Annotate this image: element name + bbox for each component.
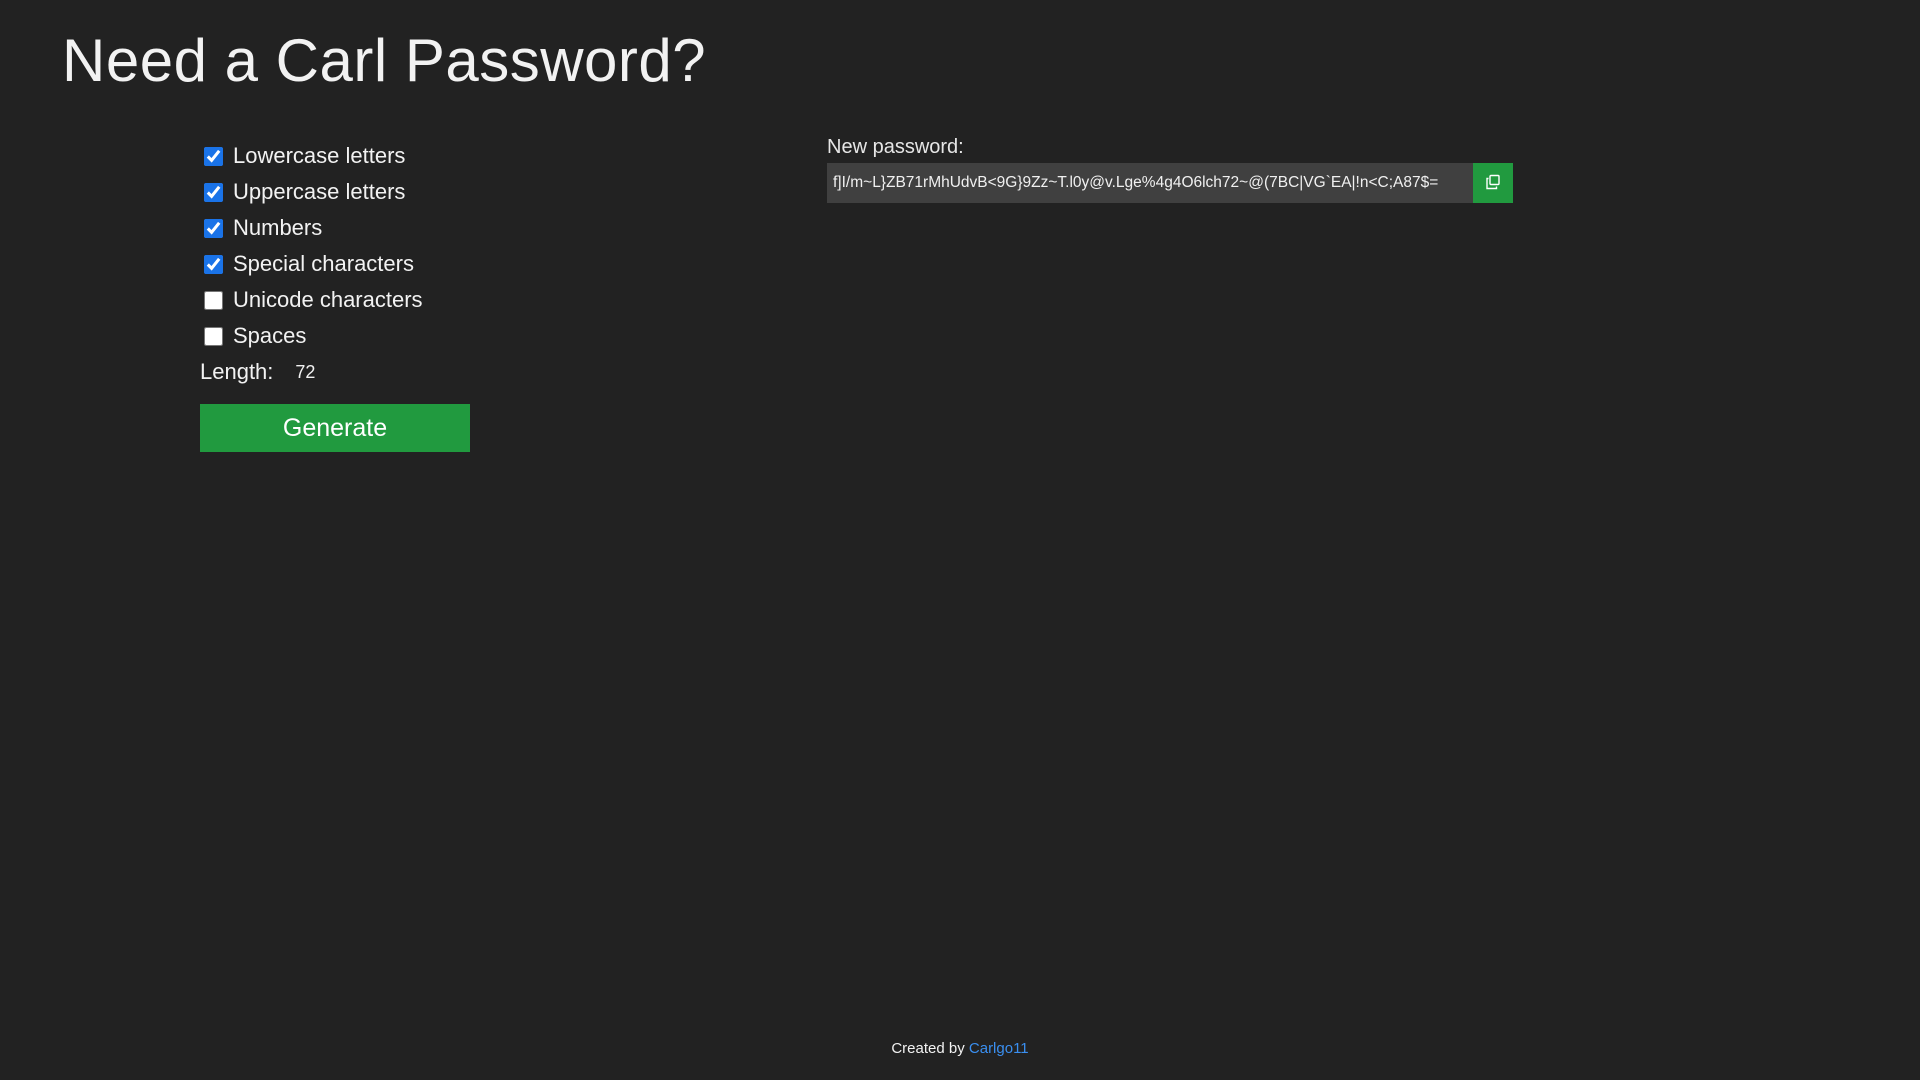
option-label: Spaces	[233, 323, 307, 348]
option-label: Uppercase letters	[233, 179, 406, 204]
option-unicode[interactable]: Unicode characters	[204, 282, 600, 318]
copy-icon	[1485, 174, 1501, 193]
copy-button[interactable]	[1473, 163, 1513, 203]
page: Need a Carl Password? Lowercase letters …	[0, 0, 1920, 1080]
lowercase-checkbox[interactable]	[204, 146, 223, 166]
author-link[interactable]: Carlgo11	[969, 1040, 1029, 1057]
length-row: Length:	[200, 354, 600, 390]
uppercase-checkbox[interactable]	[204, 182, 223, 202]
option-label: Numbers	[233, 215, 323, 240]
numbers-checkbox[interactable]	[204, 218, 223, 238]
generate-button[interactable]: Generate	[200, 404, 470, 452]
footer-prefix: Created by	[891, 1040, 969, 1057]
special-checkbox[interactable]	[204, 254, 223, 274]
option-uppercase[interactable]: Uppercase letters	[204, 174, 600, 210]
length-input[interactable]	[291, 359, 370, 385]
page-title: Need a Carl Password?	[62, 27, 707, 94]
option-special[interactable]: Special characters	[204, 246, 600, 282]
unicode-checkbox[interactable]	[204, 290, 223, 310]
option-numbers[interactable]: Numbers	[204, 210, 600, 246]
option-label: Lowercase letters	[233, 143, 406, 168]
options-panel: Lowercase letters Uppercase letters Numb…	[200, 138, 600, 452]
password-field[interactable]	[827, 163, 1473, 203]
password-label: New password:	[827, 136, 964, 158]
option-spaces[interactable]: Spaces	[204, 318, 600, 354]
option-label: Unicode characters	[233, 287, 423, 312]
option-label: Special characters	[233, 251, 414, 276]
footer: Created by Carlgo11	[0, 1040, 1920, 1057]
option-lowercase[interactable]: Lowercase letters	[204, 138, 600, 174]
password-row	[827, 163, 1513, 203]
length-label: Length:	[200, 359, 274, 384]
password-panel: New password:	[827, 136, 1513, 203]
spaces-checkbox[interactable]	[204, 326, 223, 346]
